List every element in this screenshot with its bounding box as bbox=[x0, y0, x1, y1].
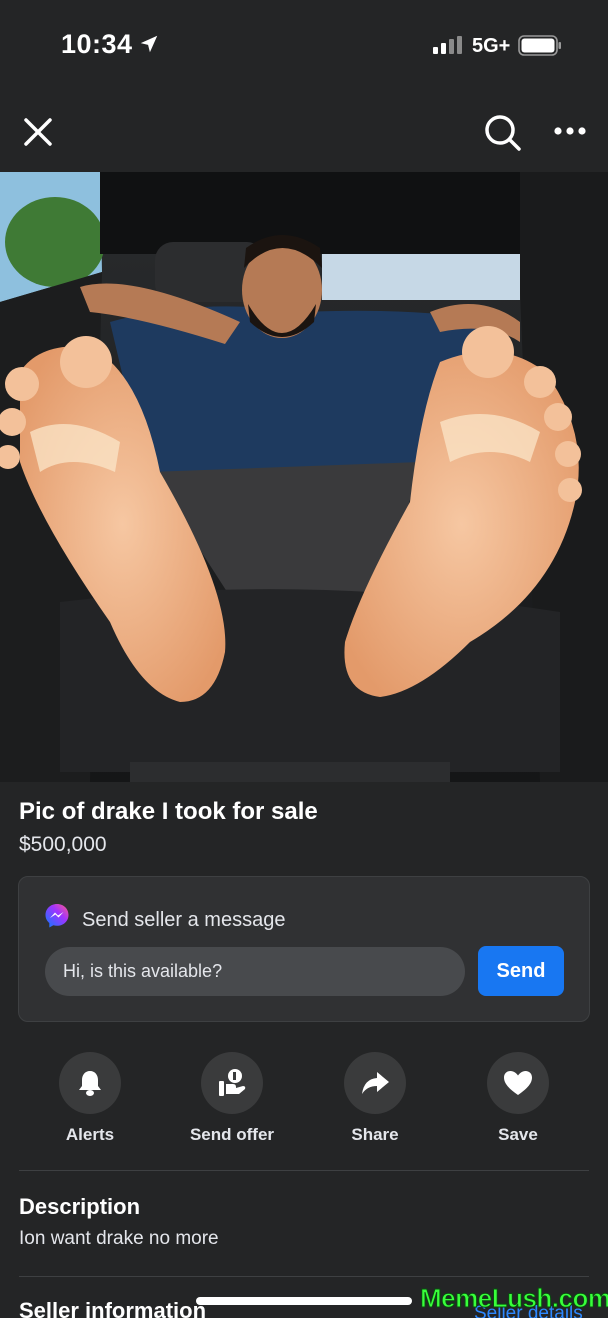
description-text: Ion want drake no more bbox=[19, 1228, 219, 1249]
watermark-logo: MemeLush.com bbox=[420, 1283, 608, 1314]
status-time: 10:34 bbox=[61, 29, 133, 59]
send-button[interactable]: Send bbox=[478, 946, 564, 996]
send-offer-button[interactable]: Send offer bbox=[167, 1052, 297, 1145]
battery-icon bbox=[518, 35, 561, 56]
heart-icon bbox=[504, 1071, 532, 1095]
divider bbox=[19, 1276, 589, 1277]
message-heading: Send seller a message bbox=[82, 909, 286, 931]
share-button-circle[interactable] bbox=[344, 1052, 406, 1114]
more-icon[interactable] bbox=[550, 118, 590, 144]
home-indicator[interactable] bbox=[196, 1297, 412, 1305]
seller-info-heading: Seller information bbox=[19, 1298, 207, 1318]
alerts-button[interactable]: Alerts bbox=[25, 1052, 155, 1145]
divider bbox=[19, 1170, 589, 1171]
share-button[interactable]: Share bbox=[310, 1052, 440, 1145]
action-bar: Alerts Send offer Share Save bbox=[0, 1052, 608, 1152]
listing-photo-illustration bbox=[0, 172, 608, 782]
message-input[interactable]: Hi, is this available? bbox=[45, 947, 465, 996]
send-offer-button-circle[interactable] bbox=[201, 1052, 263, 1114]
bell-icon bbox=[79, 1071, 101, 1096]
top-nav-bar bbox=[0, 100, 608, 170]
save-label: Save bbox=[498, 1125, 538, 1144]
close-icon[interactable] bbox=[18, 112, 58, 152]
save-button[interactable]: Save bbox=[453, 1052, 583, 1145]
message-seller-card: Send seller a message Hi, is this availa… bbox=[18, 876, 590, 1022]
listing-price: $500,000 bbox=[19, 833, 107, 856]
save-button-circle[interactable] bbox=[487, 1052, 549, 1114]
alerts-button-circle[interactable] bbox=[59, 1052, 121, 1114]
network-type: 5G+ bbox=[472, 35, 511, 57]
offer-icon bbox=[219, 1069, 246, 1096]
messenger-icon bbox=[45, 904, 69, 928]
status-bar: 10:34 5G+ bbox=[0, 0, 608, 90]
share-label: Share bbox=[351, 1125, 399, 1144]
send-offer-label: Send offer bbox=[189, 1125, 275, 1144]
cellular-signal-icon bbox=[433, 36, 462, 54]
listing-title: Pic of drake I took for sale bbox=[19, 798, 318, 825]
location-arrow-icon bbox=[140, 35, 158, 53]
description-heading: Description bbox=[19, 1194, 141, 1219]
alerts-label: Alerts bbox=[65, 1125, 115, 1144]
search-icon[interactable] bbox=[480, 110, 524, 154]
listing-photo[interactable] bbox=[0, 172, 608, 782]
share-icon bbox=[362, 1072, 389, 1094]
